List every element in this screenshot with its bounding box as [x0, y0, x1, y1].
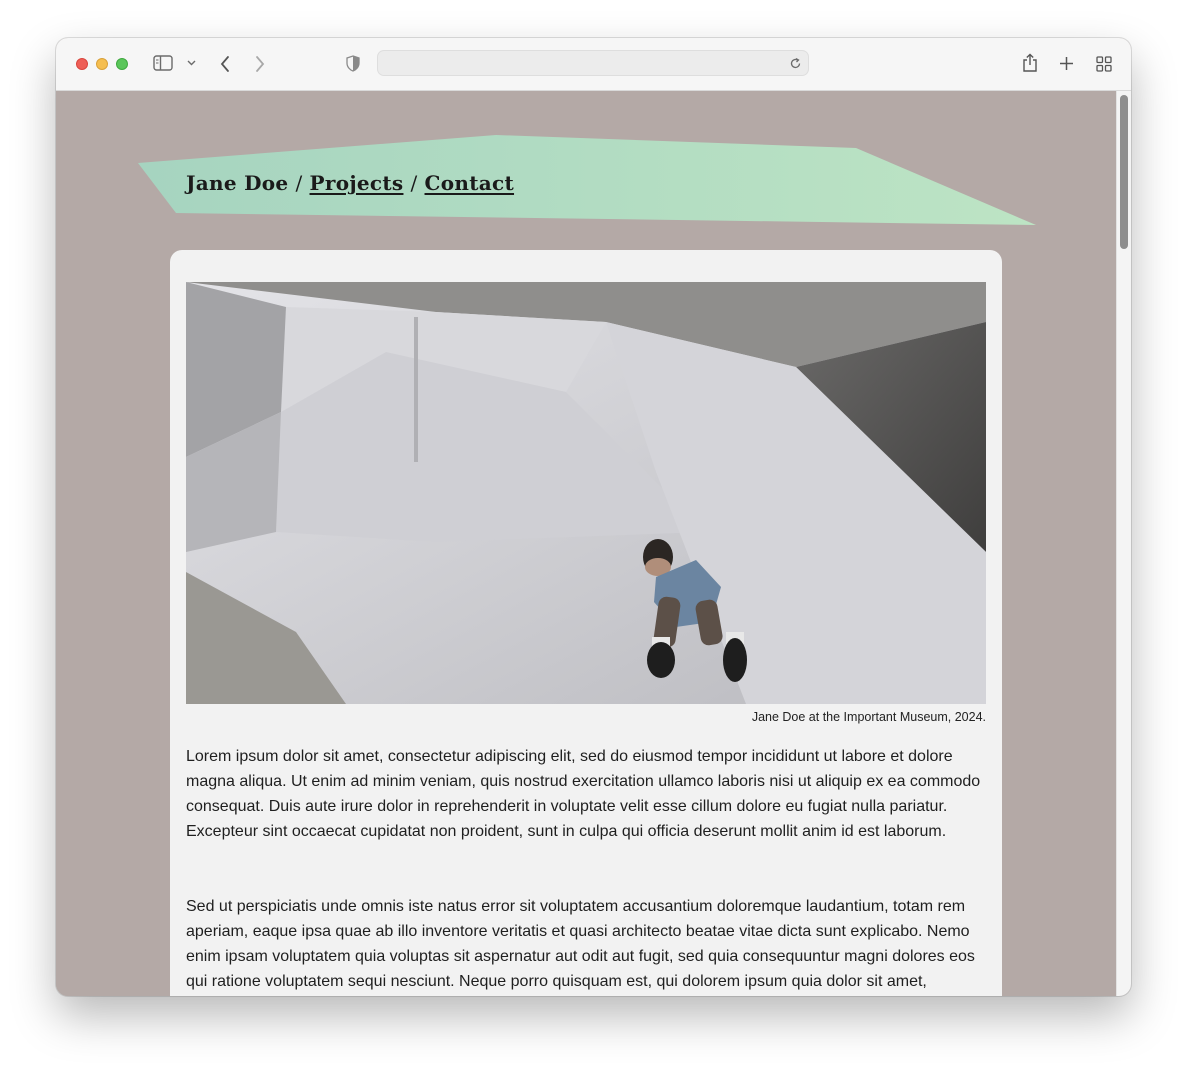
site-name: Jane Doe — [186, 171, 289, 195]
nav-link-contact[interactable]: Contact — [425, 171, 515, 195]
sidebar-icon[interactable] — [153, 55, 173, 71]
article-paragraph: Sed ut perspiciatis unde omnis iste natu… — [186, 898, 975, 990]
article-photo — [186, 282, 986, 704]
scrollbar-thumb[interactable] — [1120, 95, 1128, 249]
privacy-shield-icon[interactable] — [346, 55, 360, 72]
photo-caption: Jane Doe at the Important Museum, 2024. — [751, 710, 986, 724]
new-tab-icon[interactable] — [1059, 56, 1074, 71]
address-bar[interactable] — [377, 50, 809, 76]
browser-window: Jane Doe / Projects / Contact Jane Doe a… — [56, 38, 1131, 996]
forward-icon[interactable] — [254, 55, 266, 73]
nav-separator: / — [295, 171, 303, 195]
vertical-scrollbar[interactable] — [1116, 91, 1131, 996]
reload-icon[interactable] — [789, 57, 802, 70]
chevron-down-icon[interactable] — [187, 60, 196, 66]
article-card: Jane Doe at the Important Museum, 2024. … — [170, 250, 1002, 996]
browser-toolbar — [56, 38, 1131, 91]
share-icon[interactable] — [1022, 53, 1038, 73]
site-nav: Jane Doe / Projects / Contact — [186, 171, 514, 195]
web-page: Jane Doe / Projects / Contact Jane Doe a… — [56, 91, 1116, 996]
article-paragraph: Lorem ipsum dolor sit amet, consectetur … — [186, 748, 981, 840]
close-window-button[interactable] — [76, 58, 88, 70]
back-icon[interactable] — [219, 55, 231, 73]
header-banner — [138, 135, 1036, 225]
zoom-window-button[interactable] — [116, 58, 128, 70]
nav-separator: / — [410, 171, 418, 195]
nav-link-projects[interactable]: Projects — [310, 171, 404, 195]
minimize-window-button[interactable] — [96, 58, 108, 70]
tab-overview-icon[interactable] — [1096, 56, 1112, 72]
